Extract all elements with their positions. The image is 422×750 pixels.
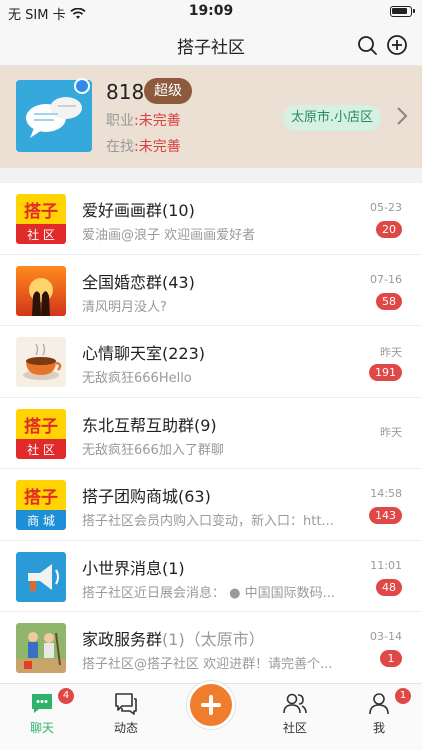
seek-value: :未完善 [134,139,181,155]
job-label: 职业 [106,113,134,129]
chat-time: 14:58 [370,487,402,500]
chat-name: 心情聊天室(223) [82,344,206,363]
chat-time: 昨天 [380,425,402,439]
tab-label: 社区 [282,721,307,735]
job-row: 职业:未完善 [106,110,181,130]
chat-name: 爱好画画群(10) [82,201,195,220]
unread-badge: 143 [369,507,402,524]
profile-icon [369,693,389,715]
clock: 19:09 [188,3,234,19]
user-name: 818 [106,80,145,104]
chat-time: 11:01 [370,558,402,572]
moments-icon [115,693,137,715]
group-avatar [16,337,66,387]
seek-row: 在找:未完善 [106,136,181,156]
chat-name: 搭子团购商城(63) [82,487,211,506]
sunset-couple-icon [16,265,66,316]
chat-last-message: 搭子社区近日展会消息： ● 中国国际数码... [82,585,336,601]
chat-time: 07-16 [370,272,402,286]
chat-icon [32,694,52,713]
chat-last-message: 无敌疯狂666加入了群聊 [82,442,224,458]
location-tag[interactable]: 太原市.小店区 [283,105,382,131]
megaphone-icon [16,551,66,602]
chevron-right-icon[interactable] [396,106,408,126]
group-avatar [16,551,66,602]
chat-item-northeast-mutual-help[interactable]: 搭子 社 区 东北互帮互助群(9) 无敌疯狂666加入了群聊 昨天 [0,398,422,469]
logo-text-top: 搭子 [24,416,58,437]
tab-label: 我 [372,721,385,735]
chat-name: 小世界消息(1) [82,558,185,578]
tab-label: 聊天 [29,721,54,735]
seek-label: 在找 [106,139,134,155]
create-post-button[interactable] [187,681,235,729]
chat-item-hobby-painting[interactable]: 搭子 社 区 爱好画画群(10) 爱油画@浪子 欢迎画画爱好者 05-23 20 [0,183,422,255]
group-avatar [16,623,66,673]
tab-label: 动态 [113,721,138,735]
chat-time: 03-14 [370,630,402,643]
search-icon[interactable] [356,34,378,56]
unread-badge: 48 [376,578,402,596]
logo-text-top: 搭子 [24,487,58,508]
unread-badge: 58 [376,292,402,310]
chat-item-group-buy-mall[interactable]: 搭子 商 城 搭子团购商城(63) 搭子社区会员内购入口变动，新入口：htt..… [0,469,422,541]
group-avatar: 搭子 商 城 [16,480,66,530]
unread-badge: 20 [376,221,402,238]
chat-time: 昨天 [380,346,402,359]
logo-text-bottom: 社 区 [27,442,55,457]
tab-chat[interactable]: 聊天 4 [12,688,74,736]
job-value: :未完善 [134,113,181,129]
unread-badge: 1 [380,650,402,667]
profile-card[interactable]: 818 超级 职业:未完善 在找:未完善 太原市.小店区 [0,66,422,168]
cleaning-workers-icon [16,623,66,673]
nav-bar: 搭子社区 [0,24,422,66]
chat-last-message: 搭子社区@搭子社区 欢迎进群！请完善个... [82,657,333,672]
add-circle-icon[interactable] [386,34,408,56]
chat-last-message: 无敌疯狂666Hello [82,371,192,386]
chat-item-national-dating[interactable]: 全国婚恋群(43) 清风明月没人? 07-16 58 [0,255,422,326]
chat-item-housekeeping[interactable]: 家政服务群(1)（太原市） 搭子社区@搭子社区 欢迎进群！请完善个... 03-… [0,612,422,684]
coffee-cup-icon [16,337,66,387]
verified-badge-icon [74,78,90,94]
logo-text-bottom: 社 区 [27,227,55,242]
logo-text-top: 搭子 [24,201,58,222]
group-avatar: 搭子 社 区 [16,194,66,244]
chat-name: 全国婚恋群(43) [82,272,195,292]
level-badge: 超级 [144,78,192,104]
chat-list: 搭子 社 区 爱好画画群(10) 爱油画@浪子 欢迎画画爱好者 05-23 20… [0,183,422,684]
status-bar: 无 SIM 卡 19:09 [0,0,422,24]
chat-name: 家政服务群(1)（太原市） [82,630,265,649]
group-avatar: 搭子 社 区 [16,408,66,459]
unread-badge: 191 [369,364,402,381]
chat-last-message: 爱油画@浪子 欢迎画画爱好者 [82,228,256,243]
group-avatar [16,265,66,316]
chat-last-message: 搭子社区会员内购入口变动，新入口：htt... [82,514,334,529]
tab-badge: 4 [58,688,74,704]
battery-icon [390,6,415,17]
chat-time: 05-23 [370,201,402,214]
chat-name-extra: (1)（太原市） [162,630,265,649]
chat-name: 东北互帮互助群(9) [82,415,217,435]
dazi-mall-logo-icon: 搭子 商 城 [16,480,66,530]
tab-moments[interactable]: 动态 [96,690,156,736]
community-icon [283,693,307,714]
tab-me[interactable]: 我 1 [349,688,411,736]
dazi-logo-icon: 搭子 社 区 [16,194,66,244]
chat-item-mood-chatroom[interactable]: 心情聊天室(223) 无敌疯狂666Hello 昨天 191 [0,326,422,398]
chat-last-message: 清风明月没人? [82,299,167,315]
tab-badge: 1 [395,688,411,704]
chat-item-small-world-news[interactable]: 小世界消息(1) 搭子社区近日展会消息： ● 中国国际数码... 11:01 4… [0,541,422,612]
dazi-logo-icon: 搭子 社 区 [16,408,66,459]
tab-community[interactable]: 社区 [265,690,325,736]
logo-text-bottom: 商 城 [27,513,55,528]
